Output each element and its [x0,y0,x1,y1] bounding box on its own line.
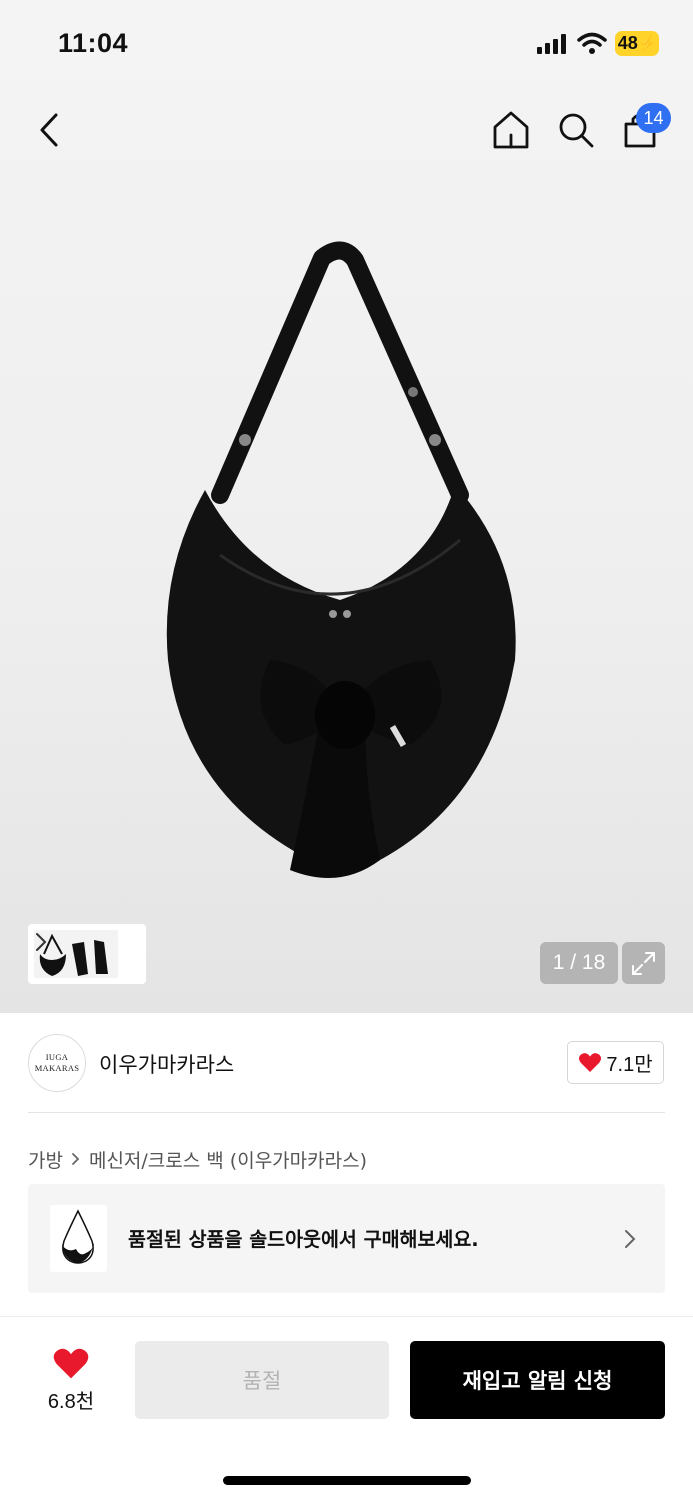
thumbnail-strip[interactable] [28,924,146,984]
soldout-logo [50,1205,107,1272]
expand-image-button[interactable] [622,942,665,984]
search-icon[interactable] [555,109,597,151]
wishlist-button[interactable]: 6.8천 [28,1343,114,1419]
heart-icon [53,1348,89,1379]
soldout-button: 품절 [135,1341,389,1419]
brand-logo[interactable]: IUGA MAKARAS [28,1034,86,1092]
cellular-signal-icon [537,34,566,54]
breadcrumb-category[interactable]: 가방 [28,1146,63,1173]
soldout-promo-banner[interactable]: 품절된 상품을 솔드아웃에서 구매해보세요. [28,1184,665,1293]
cart-count-badge: 14 [636,103,671,133]
heart-icon [579,1053,602,1072]
purchase-bar: 6.8천 품절 재입고 알림 신청 [0,1316,693,1500]
expand-icon [632,952,655,975]
status-time: 11:04 [58,28,129,58]
home-icon[interactable] [490,109,532,151]
divider [28,1112,665,1113]
product-image-gallery[interactable]: 11:04 48 ⚡ 14 1 / 18 [0,0,693,1013]
wifi-icon [577,32,607,54]
charging-bolt-icon: ⚡ [638,35,657,51]
battery-indicator: 48 ⚡ [615,31,659,56]
brand-logo-line1: IUGA [45,1052,69,1062]
brand-like-count: 7.1만 [606,1054,653,1076]
breadcrumb: 가방 메신저/크로스 백 (이우가마카라스) [28,1144,367,1174]
status-bar: 11:04 48 ⚡ [0,0,693,90]
restock-alert-button[interactable]: 재입고 알림 신청 [410,1341,665,1419]
home-indicator [223,1476,471,1485]
chevron-left-icon[interactable] [34,111,66,149]
wishlist-count: 6.8천 [47,1391,95,1413]
brand-logo-line2: MAKARAS [34,1063,80,1073]
chevron-right-icon [72,1153,80,1165]
soldout-drop-icon [62,1209,94,1264]
chevron-right-icon [36,933,47,951]
product-image [166,241,516,878]
brand-name[interactable]: 이우가마카라스 [99,1049,234,1079]
battery-level: 48 [617,33,638,53]
breadcrumb-subcategory[interactable]: 메신저/크로스 백 (이우가마카라스) [89,1146,367,1173]
soldout-banner-text: 품절된 상품을 솔드아웃에서 구매해보세요. [128,1228,479,1251]
brand-like-button[interactable]: 7.1만 [567,1041,664,1084]
image-page-counter: 1 / 18 [540,942,618,984]
chevron-right-icon [625,1230,636,1248]
top-nav-bar: 14 [0,95,693,165]
brand-row: IUGA MAKARAS 이우가마카라스 7.1만 [0,1013,693,1113]
